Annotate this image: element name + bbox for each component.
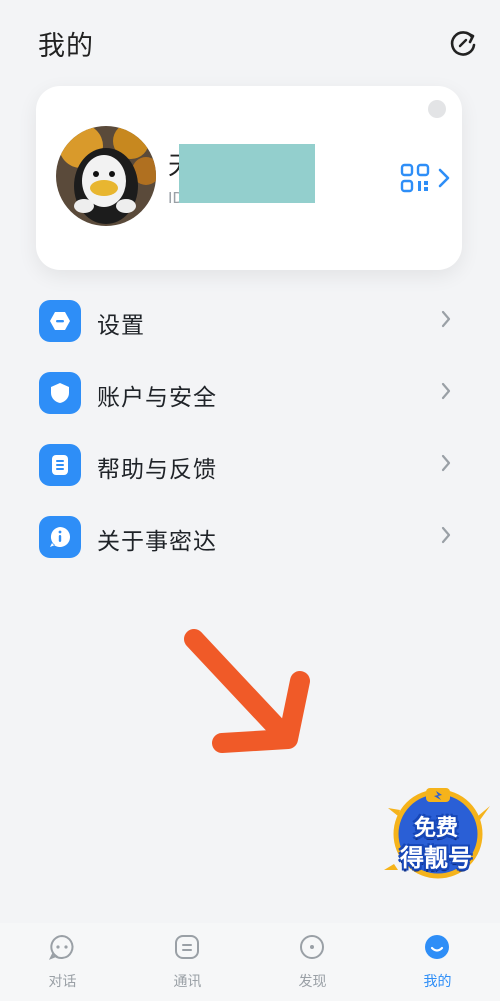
tab-label: 通讯 [173,974,202,990]
chevron-right-icon [441,310,451,328]
tab-discover[interactable]: 发现 [250,923,375,1001]
tab-profile[interactable]: 我的 [375,923,500,1001]
menu-item-label: 账户与安全 [97,385,217,411]
header: 我的 [0,0,500,90]
menu-item-label: 设置 [97,313,145,339]
contacts-icon [175,935,199,959]
menu-item-label: 帮助与反馈 [97,457,217,483]
chevron-right-icon [441,526,451,544]
settings-menu: 设置 账户与安全 帮助与反馈 关于事密达 [0,284,500,572]
tab-label: 发现 [298,974,327,990]
redacted-block [179,144,315,203]
bottom-tab-bar: 对话 通讯 发现 我的 [0,923,500,1001]
chevron-right-icon [441,382,451,400]
profile-card[interactable]: 天 ID [36,86,462,270]
profile-icon [425,935,449,959]
page-title: 我的 [38,31,94,62]
tab-contacts[interactable]: 通讯 [125,923,250,1001]
menu-item-account-security[interactable]: 账户与安全 [0,356,500,428]
tab-label: 我的 [423,974,452,990]
document-icon [39,444,81,486]
menu-item-settings[interactable]: 设置 [0,284,500,356]
menu-item-label: 关于事密达 [97,529,217,555]
chat-icon [48,934,74,960]
avatar[interactable] [56,126,156,226]
tab-chat[interactable]: 对话 [0,923,125,1001]
refresh-icon[interactable] [447,27,479,59]
promo-text-line2: 得靓号 [400,844,472,872]
discover-icon [300,935,324,959]
decorative-dot [428,100,446,118]
settings-icon [39,300,81,342]
info-icon [39,516,81,558]
free-number-promo-badge[interactable]: 免费 得靓号 [380,786,495,886]
annotation-arrow-icon [184,629,310,753]
shield-icon [39,372,81,414]
qr-code-icon[interactable] [400,163,430,193]
tab-label: 对话 [48,974,77,990]
chevron-right-icon [441,454,451,472]
chevron-right-icon[interactable] [438,168,450,188]
menu-item-help-feedback[interactable]: 帮助与反馈 [0,428,500,500]
menu-item-about[interactable]: 关于事密达 [0,500,500,572]
